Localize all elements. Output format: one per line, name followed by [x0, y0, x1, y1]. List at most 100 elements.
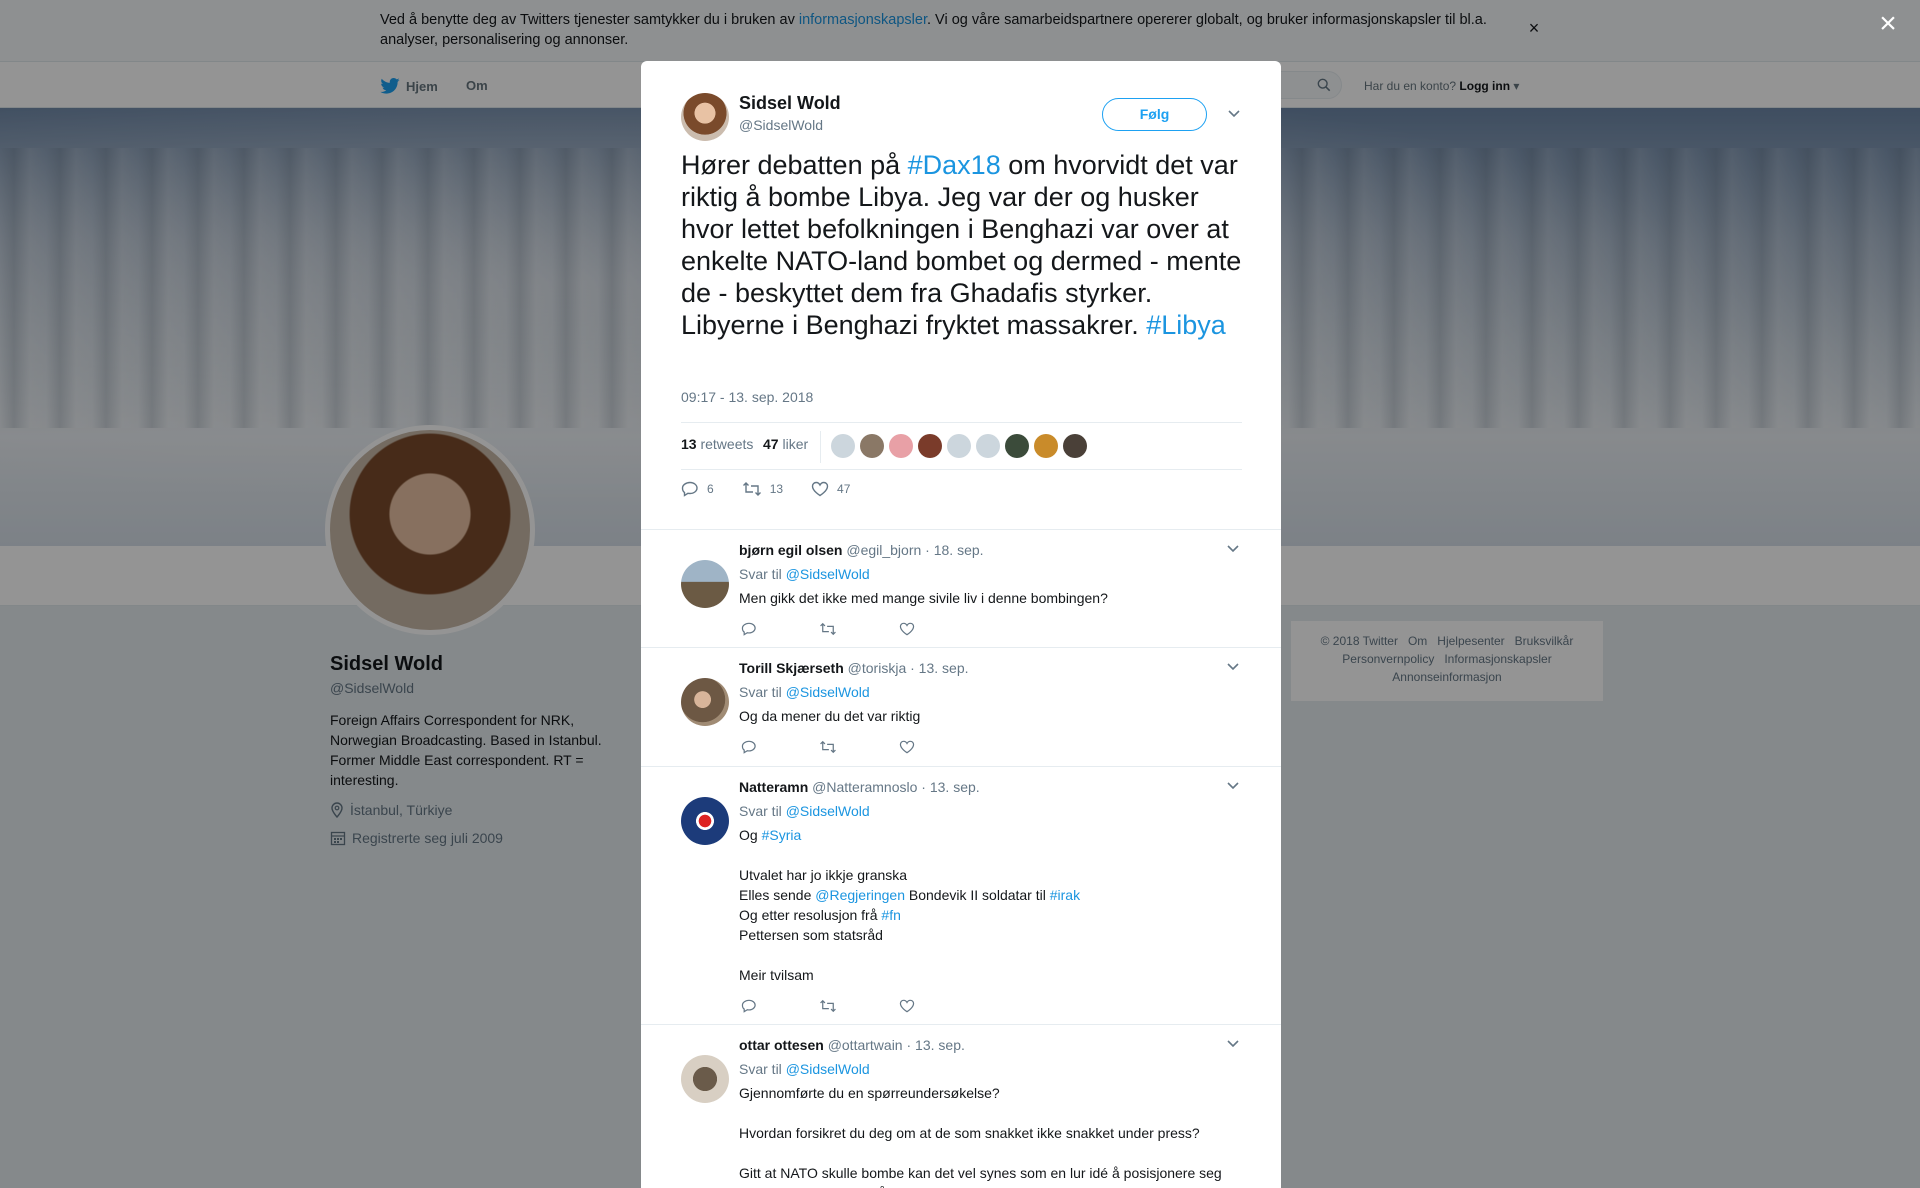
- chevron-down-icon[interactable]: [1226, 1039, 1240, 1049]
- reply-icon[interactable]: [741, 740, 757, 754]
- reply-blank-line: [739, 1103, 1239, 1123]
- tweet-stats: 13 retweets 47 liker: [681, 422, 1242, 470]
- author-avatar[interactable]: [681, 93, 729, 141]
- reply-to-mention[interactable]: @SidselWold: [786, 1061, 870, 1077]
- reply-to-prefix: Svar til: [739, 1061, 782, 1077]
- retweet-action[interactable]: 13: [742, 481, 783, 497]
- reply-line: Gjennomførte du en spørreundersøkelse?: [739, 1085, 1000, 1101]
- reply-avatar[interactable]: [681, 1055, 729, 1103]
- reply-handle[interactable]: @ottartwain: [828, 1037, 903, 1053]
- retweet-icon[interactable]: [819, 740, 837, 754]
- reply-avatar[interactable]: [681, 678, 729, 726]
- liker-avatar[interactable]: [1034, 434, 1058, 458]
- reply-tweet[interactable]: Torill Skjærseth @toriskja · 13. sep. Sv…: [641, 647, 1281, 765]
- reply-date[interactable]: · 13. sep.: [910, 660, 968, 676]
- reply-to-prefix: Svar til: [739, 803, 782, 819]
- liker-avatar[interactable]: [860, 434, 884, 458]
- hashtag-fn[interactable]: #fn: [881, 907, 900, 923]
- reply-tweet[interactable]: bjørn egil olsen @egil_bjorn · 18. sep. …: [641, 529, 1281, 646]
- hashtag-dax18[interactable]: #Dax18: [908, 150, 1001, 180]
- follow-button[interactable]: Følg: [1102, 98, 1207, 131]
- liker-avatar[interactable]: [976, 434, 1000, 458]
- reply-blank-line: [739, 845, 1239, 865]
- reply-date[interactable]: · 13. sep.: [907, 1037, 965, 1053]
- retweet-stat-count: 13: [681, 436, 697, 452]
- mention-regjeringen[interactable]: @Regjeringen: [815, 887, 905, 903]
- hashtag-irak[interactable]: #irak: [1050, 887, 1080, 903]
- reply-text: Og #Syria Utvalet har jo ikkje granska E…: [739, 825, 1239, 985]
- reply-tweet[interactable]: ottar ottesen @ottartwain · 13. sep. Sva…: [641, 1024, 1281, 1188]
- reply-handle[interactable]: @Natteramnoslo: [812, 779, 917, 795]
- reply-avatar[interactable]: [681, 560, 729, 608]
- liker-avatar[interactable]: [831, 434, 855, 458]
- like-stat[interactable]: 47 liker: [763, 436, 808, 452]
- chevron-down-icon[interactable]: [1227, 109, 1241, 119]
- tweet-modal: Sidsel Wold @SidselWold Følg Hører debat…: [641, 61, 1281, 1188]
- reply-to-line: Svar til @SidselWold: [739, 1061, 870, 1077]
- liker-avatar[interactable]: [947, 434, 971, 458]
- reply-tweet[interactable]: Natteramn @Natteramnoslo · 13. sep. Svar…: [641, 766, 1281, 1024]
- author-handle[interactable]: @SidselWold: [739, 117, 823, 133]
- reply-to-mention[interactable]: @SidselWold: [786, 803, 870, 819]
- reply-avatar[interactable]: [681, 797, 729, 845]
- reply-name[interactable]: ottar ottesen: [739, 1037, 824, 1053]
- reply-date[interactable]: · 18. sep.: [925, 542, 983, 558]
- reply-header: Natteramn @Natteramnoslo · 13. sep.: [739, 779, 980, 795]
- reply-blank-line: [739, 1143, 1239, 1163]
- reply-handle[interactable]: @toriskja: [848, 660, 907, 676]
- reply-to-prefix: Svar til: [739, 566, 782, 582]
- hashtag-libya[interactable]: #Libya: [1146, 310, 1226, 340]
- reply-handle[interactable]: @egil_bjorn: [846, 542, 921, 558]
- stats-divider: [820, 431, 821, 463]
- like-stat-count: 47: [763, 436, 779, 452]
- tweet-timestamp[interactable]: 09:17 - 13. sep. 2018: [681, 389, 813, 405]
- overlay-close-button[interactable]: ×: [1873, 9, 1903, 40]
- reply-icon[interactable]: [741, 999, 757, 1013]
- reply-header: Torill Skjærseth @toriskja · 13. sep.: [739, 660, 969, 676]
- reply-date[interactable]: · 13. sep.: [921, 779, 979, 795]
- liker-avatar[interactable]: [1063, 434, 1087, 458]
- chevron-down-icon[interactable]: [1226, 662, 1240, 672]
- chevron-down-icon[interactable]: [1226, 781, 1240, 791]
- reply-to-line: Svar til @SidselWold: [739, 684, 870, 700]
- author-name[interactable]: Sidsel Wold: [739, 93, 841, 114]
- reply-line: Elles sende @Regjeringen Bondevik II sol…: [739, 885, 1239, 905]
- reply-icon[interactable]: [741, 622, 757, 636]
- like-count: 47: [837, 482, 851, 496]
- reply-line: Meir tvilsam: [739, 967, 814, 983]
- hashtag-syria[interactable]: #Syria: [762, 827, 802, 843]
- reply-to-line: Svar til @SidselWold: [739, 803, 870, 819]
- liker-avatar[interactable]: [1005, 434, 1029, 458]
- heart-icon[interactable]: [899, 999, 915, 1013]
- reply-to-mention[interactable]: @SidselWold: [786, 684, 870, 700]
- reply-name[interactable]: Torill Skjærseth: [739, 660, 844, 676]
- retweet-stat[interactable]: 13 retweets: [681, 436, 753, 452]
- reply-header: bjørn egil olsen @egil_bjorn · 18. sep.: [739, 542, 984, 558]
- reply-blank-line: [739, 945, 1239, 965]
- likers-avatars: [831, 434, 1087, 458]
- reply-to-line: Svar til @SidselWold: [739, 566, 870, 582]
- liker-avatar[interactable]: [889, 434, 913, 458]
- reply-actions: [741, 740, 915, 754]
- reply-count: 6: [707, 482, 714, 496]
- like-action[interactable]: 47: [811, 481, 850, 497]
- reply-line: Gitt at NATO skulle bombe kan det vel sy…: [739, 1165, 1229, 1188]
- reply-line: Og etter resolusjon frå #fn: [739, 905, 1239, 925]
- reply-to-mention[interactable]: @SidselWold: [786, 566, 870, 582]
- reply-name[interactable]: bjørn egil olsen: [739, 542, 842, 558]
- reply-actions: [741, 999, 915, 1013]
- reply-icon: [681, 481, 698, 497]
- tweet-text: Hører debatten på #Dax18 om hvorvidt det…: [681, 149, 1246, 341]
- heart-icon[interactable]: [899, 740, 915, 754]
- heart-icon[interactable]: [899, 622, 915, 636]
- reply-action[interactable]: 6: [681, 481, 714, 497]
- retweet-stat-label: retweets: [700, 436, 754, 452]
- chevron-down-icon[interactable]: [1226, 544, 1240, 554]
- reply-name[interactable]: Natteramn: [739, 779, 808, 795]
- reply-to-prefix: Svar til: [739, 684, 782, 700]
- retweet-icon[interactable]: [819, 622, 837, 636]
- reply-actions: [741, 622, 915, 636]
- like-stat-label: liker: [782, 436, 809, 452]
- liker-avatar[interactable]: [918, 434, 942, 458]
- retweet-icon[interactable]: [819, 999, 837, 1013]
